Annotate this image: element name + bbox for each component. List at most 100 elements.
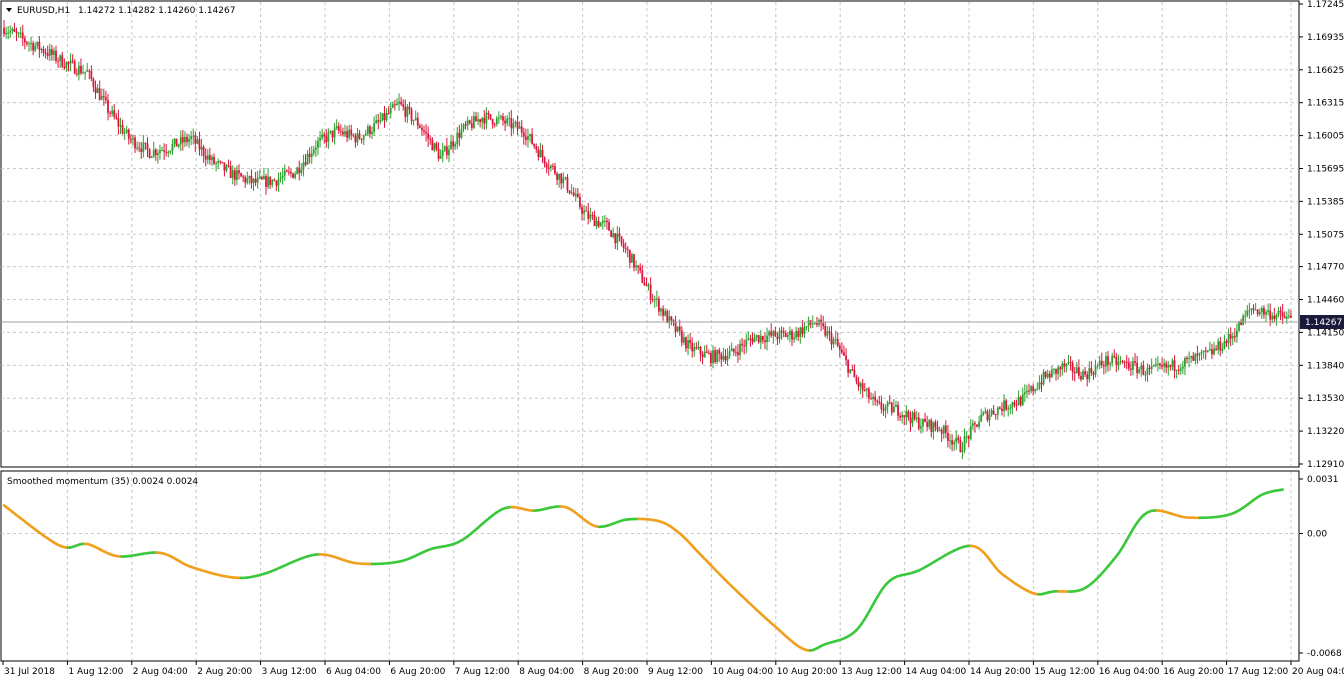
bear-candle: [1142, 365, 1145, 375]
bear-candle: [774, 331, 777, 337]
bear-candle: [1040, 382, 1043, 385]
bear-candle: [543, 157, 546, 165]
bear-candle: [1086, 374, 1089, 380]
bull-candle: [215, 162, 218, 164]
bear-candle: [944, 425, 947, 433]
bear-candle: [572, 192, 575, 196]
bull-candle: [179, 137, 182, 145]
bull-candle: [1036, 388, 1039, 390]
bear-candle: [720, 353, 723, 360]
bear-candle: [1055, 368, 1057, 374]
bull-candle: [82, 72, 84, 74]
bull-candle: [716, 350, 719, 363]
bear-candle: [1281, 312, 1284, 317]
bull-candle: [1030, 386, 1032, 392]
bull-candle: [1026, 390, 1028, 393]
bull-candle: [558, 173, 561, 180]
bear-candle: [597, 220, 600, 227]
bull-candle: [755, 335, 758, 338]
bear-candle: [402, 104, 405, 107]
bear-candle: [1225, 340, 1228, 344]
bull-candle: [512, 123, 515, 129]
bull-candle: [942, 425, 945, 434]
bear-candle: [229, 166, 232, 178]
bear-candle: [121, 125, 124, 134]
bear-candle: [410, 109, 413, 121]
bull-candle: [583, 210, 585, 214]
bear-candle: [678, 326, 681, 331]
bear-candle: [801, 327, 804, 334]
bull-candle: [1003, 400, 1005, 412]
bull-candle: [807, 320, 810, 327]
bull-candle: [125, 129, 128, 133]
bull-candle: [697, 346, 700, 349]
bear-candle: [1107, 356, 1109, 365]
bear-candle: [304, 162, 307, 165]
bear-candle: [198, 139, 201, 150]
bear-candle: [836, 339, 839, 346]
bear-candle: [974, 423, 976, 425]
bear-candle: [670, 316, 673, 321]
bear-candle: [1279, 310, 1282, 313]
bull-candle: [884, 406, 887, 411]
bull-candle: [302, 162, 305, 170]
indicator-panel[interactable]: [0, 470, 1300, 662]
bull-candle: [177, 144, 180, 147]
bear-candle: [1211, 349, 1213, 355]
symbol-label: EURUSD,H1: [17, 6, 70, 16]
bull-candle: [500, 116, 502, 118]
bull-candle: [406, 106, 409, 117]
bull-candle: [65, 62, 68, 69]
bear-candle: [431, 139, 434, 151]
bull-candle: [647, 284, 650, 286]
bull-candle: [793, 337, 795, 340]
time-tick-label: 13 Aug 12:00: [841, 667, 902, 677]
bear-candle: [585, 210, 588, 212]
bull-candle: [1082, 371, 1084, 380]
bull-candle: [739, 343, 741, 356]
bull-candle: [277, 179, 280, 186]
bull-candle: [439, 155, 442, 159]
bull-candle: [433, 143, 436, 151]
bear-candle: [666, 311, 669, 323]
indicator-axis[interactable]: 0.0031 0.00 -0.0068: [1299, 475, 1342, 659]
bear-candle: [930, 420, 933, 432]
bull-candle: [901, 414, 904, 418]
bear-candle: [986, 411, 989, 421]
indicator-tick-label: -0.0068: [1307, 649, 1342, 659]
bear-candle: [552, 165, 554, 167]
bear-candle: [764, 340, 766, 343]
trading-chart[interactable]: 1.17245 1.16935 1.16625 1.16315 1.16005 1.156…: [0, 0, 1344, 682]
bear-candle: [926, 422, 929, 427]
bear-candle: [568, 190, 571, 194]
bear-candle: [828, 331, 831, 334]
bear-candle: [868, 388, 870, 399]
bear-candle: [608, 222, 610, 231]
bull-candle: [1213, 348, 1215, 355]
bear-candle: [260, 176, 263, 180]
bull-candle: [895, 404, 897, 407]
bull-candle: [1179, 368, 1182, 371]
price-axis[interactable]: 1.17245 1.16935 1.16625 1.16315 1.16005 1.156…: [1299, 0, 1344, 470]
bull-candle: [1184, 357, 1186, 367]
bear-candle: [1032, 386, 1035, 392]
symbol-header[interactable]: EURUSD,H1 1.14272 1.14282 1.14260 1.1426…: [6, 6, 235, 16]
bull-candle: [1258, 312, 1261, 315]
bear-candle: [1283, 316, 1286, 319]
bear-candle: [1102, 365, 1105, 367]
time-axis[interactable]: 31 Jul 2018 1 Aug 12:00 2 Aug 04:00 2 Aug 2…: [2, 661, 1344, 677]
bull-candle: [1246, 310, 1249, 316]
bull-candle: [391, 104, 394, 108]
bear-candle: [695, 347, 698, 349]
bear-candle: [269, 176, 272, 185]
bull-candle: [759, 336, 762, 343]
bull-candle: [441, 150, 444, 156]
bull-candle: [211, 156, 213, 160]
bear-candle: [400, 101, 403, 105]
bear-candle: [21, 32, 24, 39]
bear-candle: [470, 123, 473, 128]
price-tick-label: 1.14460: [1307, 296, 1344, 306]
bull-candle: [460, 129, 463, 138]
bull-candle: [381, 113, 384, 121]
current-price-tag: 1.14267: [1300, 315, 1344, 329]
